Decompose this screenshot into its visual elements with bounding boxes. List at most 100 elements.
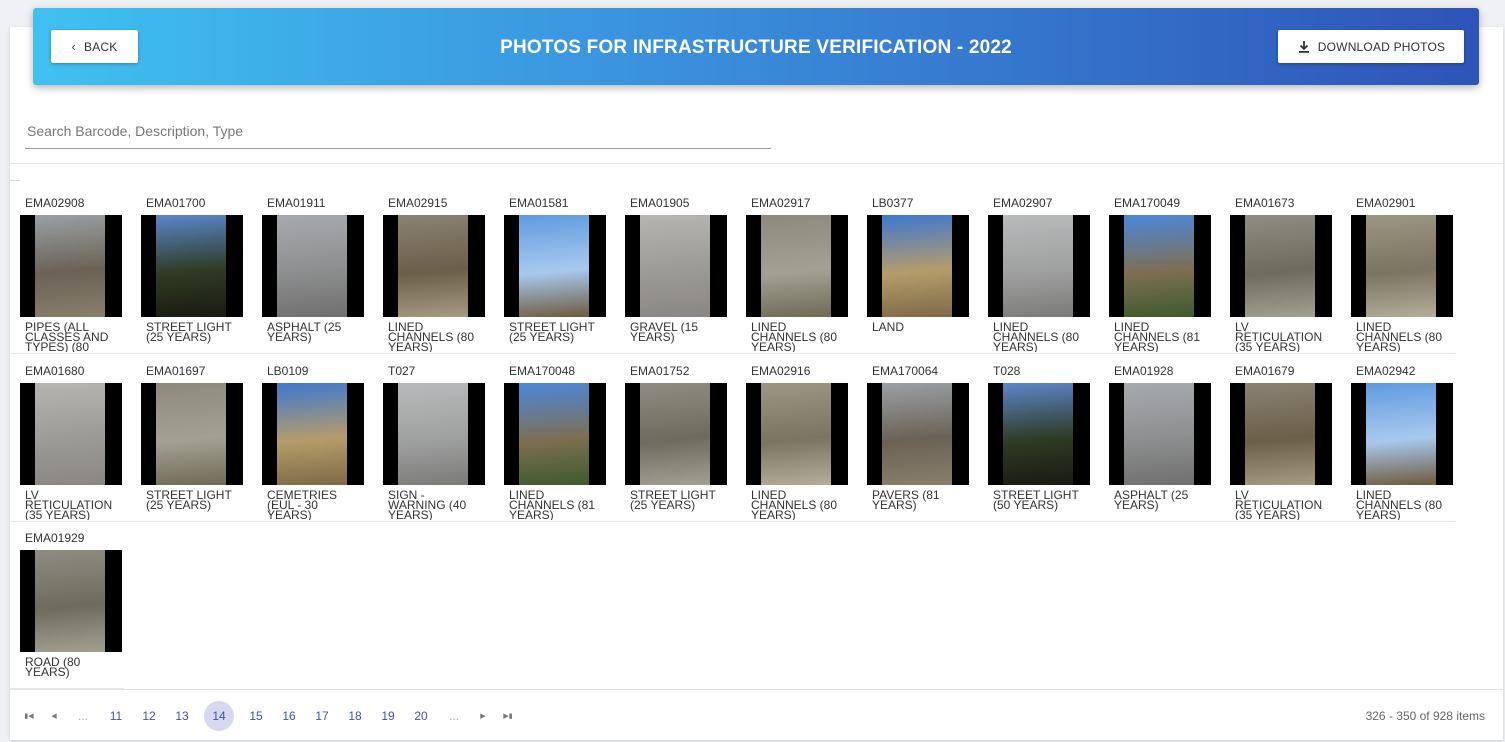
photo-image: [519, 215, 589, 317]
photo-image: [1003, 383, 1073, 485]
photo-card[interactable]: EMA01911 ASPHALT (25 YEARS): [262, 196, 366, 354]
photo-barcode: EMA02917: [751, 196, 811, 210]
photo-barcode: EMA170049: [1114, 196, 1181, 210]
photo-thumbnail[interactable]: [1109, 215, 1211, 317]
photo-card[interactable]: T027 SIGN - WARNING (40 YEARS): [383, 364, 487, 522]
photo-thumbnail[interactable]: [746, 383, 848, 485]
photo-description: ASPHALT (25 YEARS): [1114, 490, 1189, 512]
photo-description: STREET LIGHT (25 YEARS): [509, 322, 595, 344]
page-19[interactable]: 19: [377, 703, 399, 729]
page-16[interactable]: 16: [278, 703, 300, 729]
page-11[interactable]: 11: [105, 703, 127, 729]
photo-description: LINED CHANNELS (80 YEARS): [751, 490, 838, 520]
photo-card[interactable]: EMA01697 STREET LIGHT (25 YEARS): [141, 364, 245, 522]
photo-image: [882, 215, 952, 317]
photo-card[interactable]: EMA02916 LINED CHANNELS (80 YEARS): [746, 364, 850, 522]
photo-barcode: EMA01929: [25, 531, 85, 545]
next-page-icon[interactable]: ▶: [476, 703, 490, 729]
photo-thumbnail[interactable]: [1109, 383, 1211, 485]
photo-image: [1003, 215, 1073, 317]
photo-image: [761, 383, 831, 485]
photo-barcode: LB0377: [872, 196, 914, 210]
photo-barcode: LB0109: [267, 364, 309, 378]
photo-barcode: T027: [388, 364, 416, 378]
photo-thumbnail[interactable]: [1230, 215, 1332, 317]
photo-thumbnail[interactable]: [1351, 215, 1453, 317]
photo-thumbnail[interactable]: [867, 215, 969, 317]
photo-image: [1366, 215, 1436, 317]
photo-barcode: EMA01700: [146, 196, 206, 210]
page-17[interactable]: 17: [311, 703, 333, 729]
page-title: PHOTOS FOR INFRASTRUCTURE VERIFICATION -…: [500, 37, 1012, 58]
pager-ellipsis-right[interactable]: ...: [443, 703, 465, 729]
photo-barcode: EMA01680: [25, 364, 85, 378]
photo-card[interactable]: EMA02907 LINED CHANNELS (80 YEARS): [988, 196, 1092, 354]
photo-image: [35, 215, 105, 317]
photo-card[interactable]: EMA170064 PAVERS (81 YEARS): [867, 364, 971, 522]
photo-barcode: EMA170048: [509, 364, 576, 378]
photo-thumbnail[interactable]: [504, 383, 606, 485]
photo-barcode: T028: [993, 364, 1021, 378]
photo-description: LINED CHANNELS (80 YEARS): [1356, 322, 1443, 352]
photo-description: PIPES (ALL CLASSES AND TYPES) (80: [25, 322, 109, 352]
photo-card[interactable]: EMA170048 LINED CHANNELS (81 YEARS): [504, 364, 608, 522]
items-count: 326 - 350 of 928 items: [1365, 709, 1485, 723]
photo-thumbnail[interactable]: [504, 215, 606, 317]
photo-thumbnail[interactable]: [867, 383, 969, 485]
photo-card[interactable]: T028 STREET LIGHT (50 YEARS): [988, 364, 1092, 522]
photo-image: [882, 383, 952, 485]
photo-card[interactable]: EMA01929 ROAD (80 YEARS): [20, 531, 124, 689]
pager-ellipsis-left[interactable]: ...: [72, 703, 94, 729]
photo-card[interactable]: EMA01752 STREET LIGHT (25 YEARS): [625, 364, 729, 522]
photo-thumbnail[interactable]: [20, 215, 122, 317]
photo-thumbnail[interactable]: [1351, 383, 1453, 485]
photo-card[interactable]: EMA02908 PIPES (ALL CLASSES AND TYPES) (8…: [20, 196, 124, 354]
photo-thumbnail[interactable]: [20, 383, 122, 485]
photo-thumbnail[interactable]: [141, 215, 243, 317]
page-14[interactable]: 14: [204, 701, 234, 731]
photo-image: [277, 383, 347, 485]
photo-thumbnail[interactable]: [746, 215, 848, 317]
photo-card[interactable]: EMA01673 LV RETICULATION (35 YEARS): [1230, 196, 1334, 354]
photo-card[interactable]: EMA01581 STREET LIGHT (25 YEARS): [504, 196, 608, 354]
photo-thumbnail[interactable]: [988, 383, 1090, 485]
page-20[interactable]: 20: [410, 703, 432, 729]
download-photos-button[interactable]: DOWNLOAD PHOTOS: [1278, 30, 1464, 63]
photo-card[interactable]: EMA02901 LINED CHANNELS (80 YEARS): [1351, 196, 1455, 354]
photo-thumbnail[interactable]: [141, 383, 243, 485]
first-page-icon[interactable]: ▮◀: [22, 703, 36, 729]
prev-page-icon[interactable]: ◀: [47, 703, 61, 729]
photo-card[interactable]: LB0377 LAND: [867, 196, 971, 354]
page-12[interactable]: 12: [138, 703, 160, 729]
photo-card[interactable]: EMA02942 LINED CHANNELS (80 YEARS): [1351, 364, 1455, 522]
photo-thumbnail[interactable]: [383, 383, 485, 485]
page-15[interactable]: 15: [245, 703, 267, 729]
page-13[interactable]: 13: [171, 703, 193, 729]
photo-thumbnail[interactable]: [1230, 383, 1332, 485]
photo-thumbnail[interactable]: [262, 215, 364, 317]
photo-description: LINED CHANNELS (81 YEARS): [509, 490, 596, 520]
photo-thumbnail[interactable]: [262, 383, 364, 485]
photo-card[interactable]: EMA01700 STREET LIGHT (25 YEARS): [141, 196, 245, 354]
last-page-icon[interactable]: ▶▮: [501, 703, 515, 729]
page-18[interactable]: 18: [344, 703, 366, 729]
photo-card[interactable]: EMA01928 ASPHALT (25 YEARS): [1109, 364, 1213, 522]
photo-card[interactable]: EMA170049 LINED CHANNELS (81 YEARS): [1109, 196, 1213, 354]
photo-thumbnail[interactable]: [625, 383, 727, 485]
photo-image: [519, 383, 589, 485]
photo-thumbnail[interactable]: [20, 550, 122, 652]
page-header: ‹ BACK PHOTOS FOR INFRASTRUCTURE VERIFIC…: [33, 8, 1479, 85]
photo-barcode: EMA01928: [1114, 364, 1174, 378]
photo-thumbnail[interactable]: [383, 215, 485, 317]
photo-card[interactable]: EMA02917 LINED CHANNELS (80 YEARS): [746, 196, 850, 354]
photo-card[interactable]: LB0109 CEMETRIES (EUL - 30 YEARS): [262, 364, 366, 522]
photo-card[interactable]: EMA01905 GRAVEL (15 YEARS): [625, 196, 729, 354]
search-input[interactable]: [25, 118, 769, 144]
photo-thumbnail[interactable]: [988, 215, 1090, 317]
photo-thumbnail[interactable]: [625, 215, 727, 317]
photo-card[interactable]: EMA01680 LV RETICULATION (35 YEARS): [20, 364, 124, 522]
divider: [10, 163, 1503, 164]
photo-card[interactable]: EMA01679 LV RETICULATION (35 YEARS): [1230, 364, 1334, 522]
photo-card[interactable]: EMA02915 LINED CHANNELS (80 YEARS): [383, 196, 487, 354]
photo-barcode: EMA02915: [388, 196, 448, 210]
